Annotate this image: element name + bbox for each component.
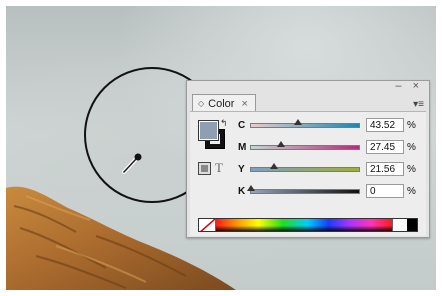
channel-row-m: M 27.45%: [238, 139, 416, 155]
percent-unit: %: [407, 141, 416, 153]
slider-thumb[interactable]: [294, 118, 302, 125]
channel-label: M: [238, 141, 247, 153]
channel-label: Y: [238, 163, 245, 175]
channel-slider-k[interactable]: [247, 184, 360, 194]
channel-row-c: C 43.52%: [238, 117, 416, 133]
tab-label: Color: [208, 97, 235, 110]
percent-unit: %: [407, 185, 416, 197]
channel-slider-m[interactable]: [250, 140, 360, 150]
channel-value-input[interactable]: 27.45: [366, 140, 404, 154]
slider-thumb[interactable]: [276, 140, 285, 147]
tab-close-icon[interactable]: ×: [241, 98, 247, 110]
black-swatch[interactable]: [407, 219, 417, 231]
panel-title-bar[interactable]: – ×: [187, 81, 429, 92]
white-swatch[interactable]: [392, 219, 407, 231]
channel-row-y: Y 21.56%: [238, 161, 416, 177]
swap-colors-icon[interactable]: ↰: [220, 118, 228, 129]
container-format-icon[interactable]: [198, 161, 211, 175]
fill-stroke-widget: ↰: [198, 118, 228, 152]
color-spectrum-ramp[interactable]: [198, 218, 418, 232]
slider-thumb[interactable]: [270, 162, 279, 169]
eyedropper-icon[interactable]: [118, 148, 148, 178]
tab-collapse-icon[interactable]: ◇: [198, 99, 204, 108]
slider-thumb[interactable]: [247, 184, 255, 191]
format-toggle-row: T: [198, 160, 223, 176]
channel-label: C: [238, 119, 246, 131]
panel-body: ↰ T C 43.52% M 27.45% Y 21.56% K 0%: [190, 111, 426, 236]
text-format-icon[interactable]: T: [215, 160, 223, 176]
tab-color[interactable]: ◇ Color ×: [192, 94, 256, 112]
channel-slider-c[interactable]: [250, 118, 360, 128]
none-swatch-icon[interactable]: [199, 219, 216, 231]
fill-swatch[interactable]: [198, 120, 219, 141]
spectrum-colors[interactable]: [216, 219, 392, 231]
panel-window-controls[interactable]: – ×: [395, 81, 423, 92]
percent-unit: %: [407, 163, 416, 175]
channel-value-input[interactable]: 0: [366, 184, 404, 198]
channel-row-k: K 0%: [238, 183, 416, 199]
channel-slider-y[interactable]: [250, 162, 360, 172]
color-panel: – × ◇ Color × ▾≡ ↰ T C 43.52% M 27.45% Y 21.5…: [186, 80, 430, 238]
panel-menu-icon[interactable]: ▾≡: [413, 99, 424, 110]
percent-unit: %: [407, 119, 416, 131]
channel-value-input[interactable]: 43.52: [366, 118, 404, 132]
channel-value-input[interactable]: 21.56: [366, 162, 404, 176]
